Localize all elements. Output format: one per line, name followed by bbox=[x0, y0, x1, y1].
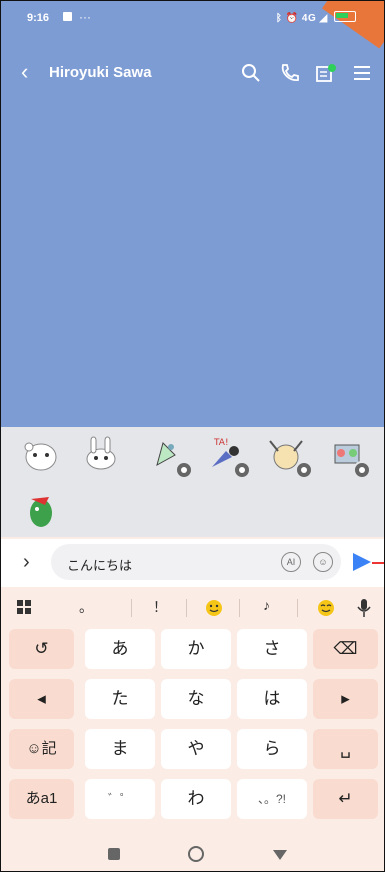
status-indicators: ᛒ ⏰ 4G ◢ bbox=[276, 11, 356, 24]
key-ka[interactable]: か bbox=[161, 629, 231, 669]
message-input[interactable]: こんにちは AI ☺ bbox=[51, 544, 341, 580]
key-a[interactable]: あ bbox=[85, 629, 155, 669]
microphone-icon[interactable] bbox=[357, 598, 371, 618]
divider bbox=[239, 599, 240, 617]
key-ra[interactable]: ら bbox=[237, 729, 307, 769]
emoji-symbol-key[interactable]: ☺記 bbox=[9, 729, 74, 769]
chat-header: ‹ Hiroyuki Sawa bbox=[1, 51, 384, 95]
svg-text:TA!: TA! bbox=[213, 438, 229, 448]
home-icon[interactable] bbox=[188, 846, 204, 862]
dakuten-key[interactable]: ゛゜ bbox=[85, 779, 155, 819]
ai-icon[interactable]: AI bbox=[281, 552, 301, 572]
key-ya[interactable]: や bbox=[161, 729, 231, 769]
backspace-key[interactable]: ⌫ bbox=[313, 629, 378, 669]
cursor-left-key[interactable]: ◂ bbox=[9, 679, 74, 719]
undo-key[interactable]: ↺ bbox=[9, 629, 74, 669]
key-ta[interactable]: た bbox=[85, 679, 155, 719]
key-ma[interactable]: ま bbox=[85, 729, 155, 769]
apps-grid-icon[interactable] bbox=[17, 600, 31, 614]
smile-emoji-icon[interactable] bbox=[205, 599, 223, 617]
download-badge-icon bbox=[175, 461, 193, 479]
expand-chevron-icon[interactable]: › bbox=[23, 551, 30, 574]
sticker-brown-bear-icon[interactable] bbox=[21, 435, 61, 475]
cursor-right-key[interactable]: ▸ bbox=[313, 679, 378, 719]
notes-icon[interactable] bbox=[315, 63, 337, 85]
divider bbox=[186, 599, 187, 617]
phone-screen: 9:16 ··· ᛒ ⏰ 4G ◢ ‹ Hiroyuki Sawa TA! › … bbox=[0, 0, 385, 872]
enter-key[interactable]: ↵ bbox=[313, 779, 378, 819]
divider bbox=[297, 599, 298, 617]
message-input-row: › こんにちは AI ☺ bbox=[1, 539, 384, 587]
download-badge-icon bbox=[233, 461, 251, 479]
annotation-arrow bbox=[372, 562, 384, 564]
emoji-icon[interactable]: ☺ bbox=[313, 552, 333, 572]
key-na[interactable]: な bbox=[161, 679, 231, 719]
more-notifications-icon: ··· bbox=[79, 10, 91, 24]
sticker-green-bird-icon[interactable] bbox=[21, 489, 61, 529]
toolbar-item[interactable]: ！ bbox=[153, 597, 167, 617]
signal-icon: ◢ bbox=[319, 13, 328, 24]
status-bar: 9:16 ··· ᛒ ⏰ 4G ◢ bbox=[1, 1, 384, 33]
recent-apps-icon[interactable] bbox=[108, 848, 120, 860]
keyboard-toolbar: 。 ！ ♪ bbox=[1, 589, 384, 627]
toolbar-item[interactable]: ♪ bbox=[263, 597, 270, 613]
input-mode-key[interactable]: あa1 bbox=[9, 779, 74, 819]
key-ha[interactable]: は bbox=[237, 679, 307, 719]
menu-icon[interactable] bbox=[353, 63, 371, 83]
back-nav-icon[interactable] bbox=[273, 850, 287, 860]
status-indicator-text: ᛒ ⏰ 4G bbox=[275, 13, 317, 24]
sticker-suggestions: TA! bbox=[1, 427, 384, 537]
message-text[interactable]: こんにちは bbox=[67, 555, 132, 574]
contact-name: Hiroyuki Sawa bbox=[49, 64, 152, 81]
chat-area[interactable]: 9:16 ··· ᛒ ⏰ 4G ◢ ‹ Hiroyuki Sawa bbox=[1, 1, 384, 427]
punctuation-key[interactable]: 、。?! bbox=[237, 779, 307, 819]
toolbar-item[interactable]: 。 bbox=[79, 597, 93, 617]
download-badge-icon bbox=[295, 461, 313, 479]
system-nav-bar bbox=[1, 835, 384, 871]
emoji-icon[interactable] bbox=[317, 599, 335, 617]
notification-icon bbox=[63, 12, 72, 21]
key-wa[interactable]: わ bbox=[161, 779, 231, 819]
japanese-keyboard: ↺ あ か さ ⌫ ◂ た な は ▸ ☺記 ま や ら ␣ あa1 ゛゜ わ … bbox=[1, 629, 384, 831]
key-sa[interactable]: さ bbox=[237, 629, 307, 669]
call-icon[interactable] bbox=[279, 63, 299, 83]
divider bbox=[131, 599, 132, 617]
download-badge-icon bbox=[353, 461, 371, 479]
sticker-cony-icon[interactable] bbox=[81, 433, 121, 473]
send-icon[interactable] bbox=[353, 553, 371, 571]
search-icon[interactable] bbox=[241, 63, 261, 83]
back-button[interactable]: ‹ bbox=[21, 61, 28, 83]
status-time: 9:16 bbox=[27, 12, 50, 24]
space-key[interactable]: ␣ bbox=[313, 729, 378, 769]
battery-icon bbox=[334, 11, 356, 22]
